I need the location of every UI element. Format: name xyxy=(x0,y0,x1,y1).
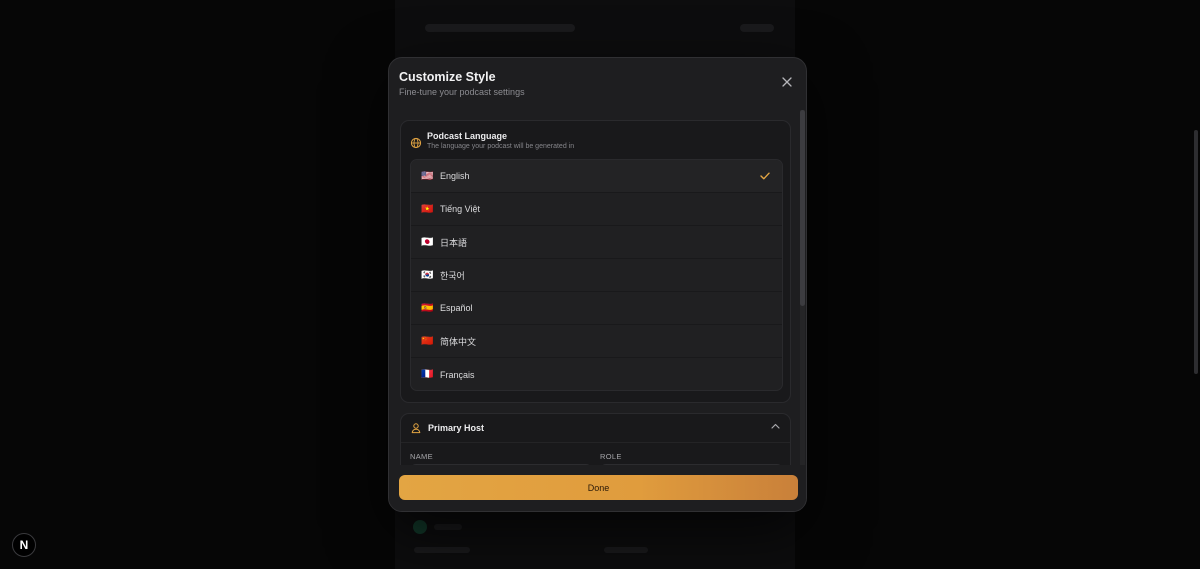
divider xyxy=(401,442,790,443)
modal-body: Podcast Language The language your podca… xyxy=(389,110,806,465)
flag-cn-icon: 🇨🇳 xyxy=(421,335,434,347)
primary-host-title: Primary Host xyxy=(428,422,485,433)
language-card-header: Podcast Language The language your podca… xyxy=(410,131,574,150)
name-label: NAME xyxy=(410,452,433,461)
user-icon xyxy=(411,422,421,433)
close-icon xyxy=(782,77,792,87)
background-placeholder-line xyxy=(425,24,575,32)
flag-kr-icon: 🇰🇷 xyxy=(421,269,434,281)
done-button[interactable]: Done xyxy=(399,475,798,500)
podcast-language-card: Podcast Language The language your podca… xyxy=(400,120,791,403)
background-placeholder-text xyxy=(414,547,470,553)
language-option-label: 한국어 xyxy=(440,270,465,281)
flag-fr-icon: 🇫🇷 xyxy=(421,369,434,380)
background-avatar xyxy=(413,520,427,534)
language-option-label: Español xyxy=(440,303,473,313)
flag-es-icon: 🇪🇸 xyxy=(421,302,434,314)
chevron-up-icon xyxy=(771,423,780,429)
primary-host-card: Primary Host NAME ROLE xyxy=(400,413,791,465)
language-section-title: Podcast Language xyxy=(427,131,508,141)
language-option-english[interactable]: 🇺🇸 English xyxy=(411,160,782,193)
modal-subtitle: Fine-tune your podcast settings xyxy=(399,87,525,97)
role-label: ROLE xyxy=(600,452,622,461)
language-option-korean[interactable]: 🇰🇷 한국어 xyxy=(411,259,782,292)
modal-footer: Done xyxy=(389,465,806,511)
language-option-spanish[interactable]: 🇪🇸 Español xyxy=(411,292,782,325)
language-section-description: The language your podcast will be genera… xyxy=(427,143,575,150)
language-option-chinese[interactable]: 🇨🇳 简体中文 xyxy=(411,325,782,358)
language-option-label: English xyxy=(440,171,470,181)
page-scrollbar[interactable] xyxy=(1194,130,1198,374)
flag-vn-icon: 🇻🇳 xyxy=(421,203,434,215)
language-option-label: 简体中文 xyxy=(440,336,477,347)
language-option-french[interactable]: 🇫🇷 Français xyxy=(411,358,782,390)
modal-header: Customize Style Fine-tune your podcast s… xyxy=(399,70,796,97)
background-placeholder-text xyxy=(434,524,462,530)
check-icon xyxy=(760,172,770,180)
background-placeholder-line xyxy=(740,24,774,32)
flag-jp-icon: 🇯🇵 xyxy=(421,236,434,248)
language-option-label: Tiếng Việt xyxy=(440,204,481,214)
language-option-label: Français xyxy=(440,369,475,380)
language-option-japanese[interactable]: 🇯🇵 日本語 xyxy=(411,226,782,259)
customize-style-modal: Customize Style Fine-tune your podcast s… xyxy=(388,57,807,512)
language-option-vietnamese[interactable]: 🇻🇳 Tiếng Việt xyxy=(411,193,782,226)
close-button[interactable] xyxy=(780,75,794,89)
flag-us-icon: 🇺🇸 xyxy=(421,170,434,182)
globe-icon xyxy=(410,137,422,149)
language-list: 🇺🇸 English 🇻🇳 Tiếng Việt 🇯🇵 日本語 🇰🇷 한국어 🇪… xyxy=(410,159,783,391)
language-option-label: 日本語 xyxy=(440,237,468,248)
primary-host-toggle[interactable]: Primary Host xyxy=(410,414,781,441)
background-placeholder-text xyxy=(604,547,648,553)
modal-title: Customize Style xyxy=(399,70,496,84)
dev-badge[interactable]: N xyxy=(12,533,36,557)
